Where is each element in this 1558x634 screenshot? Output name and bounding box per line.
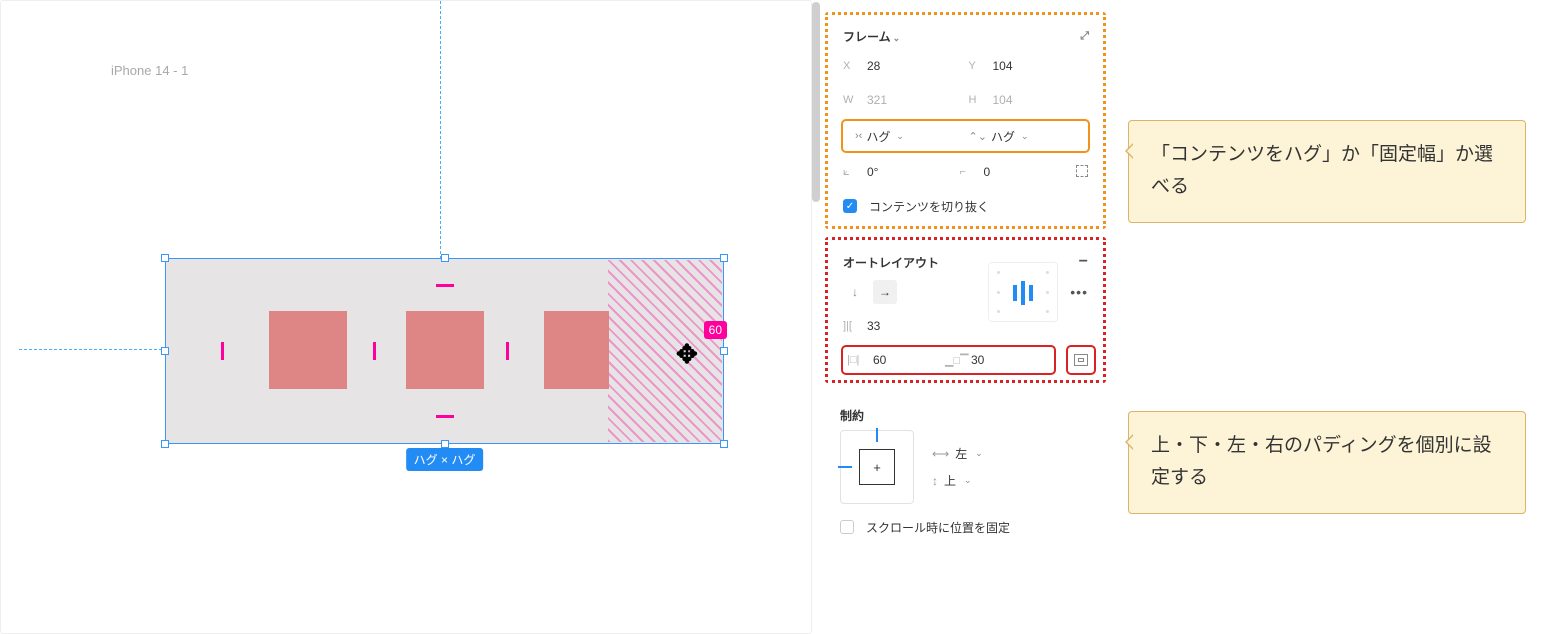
- spacing-icon: ]|[: [843, 320, 859, 332]
- artboard-title: iPhone 14 - 1: [111, 63, 188, 78]
- selection-size-badge: ハグ × ハグ: [406, 448, 484, 471]
- move-cursor-icon: ✥: [676, 339, 698, 370]
- autolayout-more-icon[interactable]: •••: [1070, 284, 1088, 300]
- resize-handle[interactable]: [720, 254, 728, 262]
- w-label: W: [843, 94, 859, 106]
- clip-content-label: コンテンツを切り抜く: [869, 198, 989, 215]
- resize-handle[interactable]: [161, 347, 169, 355]
- chevron-down-icon: ⌄: [893, 33, 901, 43]
- constraint-vertical-dropdown[interactable]: ↕上⌄: [932, 472, 983, 489]
- chevron-down-icon: ⌄: [975, 448, 983, 459]
- child-rect[interactable]: [269, 311, 347, 389]
- padding-vertical-input[interactable]: [969, 352, 1017, 368]
- canvas-area[interactable]: iPhone 14 - 1 60 ✥ ハグ × ハグ: [0, 0, 812, 634]
- frame-section-highlight: フレーム⌄ ⤢ X Y W H ›‹ハグ⌄ ⌃⌄ハグ⌄ ⟀ ⌐ ✓ コンテンツを…: [825, 12, 1106, 229]
- independent-padding-icon: [1074, 354, 1088, 366]
- hug-horizontal-icon: ›‹: [855, 130, 862, 142]
- fix-on-scroll-label: スクロール時に位置を固定: [866, 519, 1010, 536]
- chevron-down-icon: ⌄: [1021, 131, 1029, 142]
- h-label: H: [969, 94, 985, 106]
- properties-panel: フレーム⌄ ⤢ X Y W H ›‹ハグ⌄ ⌃⌄ハグ⌄ ⟀ ⌐ ✓ コンテンツを…: [828, 12, 1103, 552]
- direction-vertical-button[interactable]: ↓: [843, 280, 867, 304]
- independent-corners-icon[interactable]: [1076, 165, 1088, 180]
- alignment-grid[interactable]: [988, 262, 1058, 322]
- vertical-resize-dropdown[interactable]: ⌃⌄ハグ⌄: [969, 128, 1077, 145]
- resize-mode-row: ›‹ハグ⌄ ⌃⌄ハグ⌄: [841, 119, 1090, 153]
- padding-handle-bottom[interactable]: [436, 415, 454, 418]
- corner-radius-input[interactable]: [982, 164, 1030, 180]
- padding-measure-badge: 60: [704, 321, 727, 339]
- annotation-callout-padding: 上・下・左・右のパディングを個別に設定する: [1128, 411, 1526, 514]
- alignment-guide-horizontal: [19, 349, 167, 350]
- constraint-horizontal-dropdown[interactable]: ⟷左⌄: [932, 445, 983, 462]
- hug-vertical-icon: ⌃⌄: [969, 130, 987, 143]
- spacing-input[interactable]: [865, 318, 913, 334]
- constraints-title: 制約: [840, 399, 1091, 430]
- selected-frame[interactable]: 60 ✥ ハグ × ハグ: [165, 258, 724, 444]
- y-input[interactable]: [991, 58, 1039, 74]
- arrow-horizontal-icon: ⟷: [932, 447, 949, 461]
- resize-to-fit-icon[interactable]: ⤢: [1080, 30, 1088, 43]
- resize-handle[interactable]: [441, 254, 449, 262]
- arrow-vertical-icon: ↕: [932, 474, 938, 488]
- padding-highlight: [608, 260, 722, 442]
- padding-horizontal-input[interactable]: [871, 352, 919, 368]
- direction-horizontal-button[interactable]: →: [873, 280, 897, 304]
- horizontal-resize-dropdown[interactable]: ›‹ハグ⌄: [855, 128, 963, 145]
- corner-radius-icon: ⌐: [960, 166, 976, 178]
- resize-handle[interactable]: [161, 254, 169, 262]
- rotation-icon: ⟀: [843, 166, 859, 179]
- annotation-callout-resize: 「コンテンツをハグ」か「固定幅」か選べる: [1128, 120, 1526, 223]
- child-rect[interactable]: [544, 311, 609, 389]
- x-input[interactable]: [865, 58, 913, 74]
- autolayout-section-title: オートレイアウト: [843, 254, 939, 271]
- spacing-handle[interactable]: [373, 342, 376, 360]
- y-label: Y: [969, 60, 985, 72]
- padding-handle-left[interactable]: [221, 342, 224, 360]
- resize-handle[interactable]: [720, 440, 728, 448]
- frame-section-title[interactable]: フレーム⌄: [843, 28, 900, 45]
- child-rect[interactable]: [406, 311, 484, 389]
- fix-on-scroll-checkbox[interactable]: [840, 520, 854, 534]
- constraints-section: 制約 ⟷左⌄ ↕上⌄ スクロール時に位置を固定: [828, 391, 1103, 552]
- x-label: X: [843, 60, 859, 72]
- padding-handle-top[interactable]: [436, 284, 454, 287]
- padding-vertical-icon: ▁□▔: [945, 354, 961, 367]
- rotation-input[interactable]: [865, 164, 913, 180]
- remove-autolayout-button[interactable]: −: [1079, 253, 1088, 271]
- autolayout-section-highlight: オートレイアウト − ↓ → ••• ]|[ |□|: [825, 237, 1106, 383]
- chevron-down-icon: ⌄: [896, 131, 904, 142]
- resize-handle[interactable]: [720, 347, 728, 355]
- panel-scrollbar[interactable]: [812, 2, 820, 202]
- resize-handle[interactable]: [161, 440, 169, 448]
- width-input[interactable]: [865, 92, 913, 108]
- clip-content-checkbox[interactable]: ✓: [843, 199, 857, 213]
- constraints-widget[interactable]: [840, 430, 914, 504]
- chevron-down-icon: ⌄: [964, 475, 972, 486]
- padding-row: |□| ▁□▔: [841, 345, 1056, 375]
- padding-horizontal-icon: |□|: [847, 354, 863, 366]
- resize-handle[interactable]: [441, 440, 449, 448]
- spacing-handle[interactable]: [506, 342, 509, 360]
- independent-padding-button[interactable]: [1066, 345, 1096, 375]
- height-input[interactable]: [991, 92, 1039, 108]
